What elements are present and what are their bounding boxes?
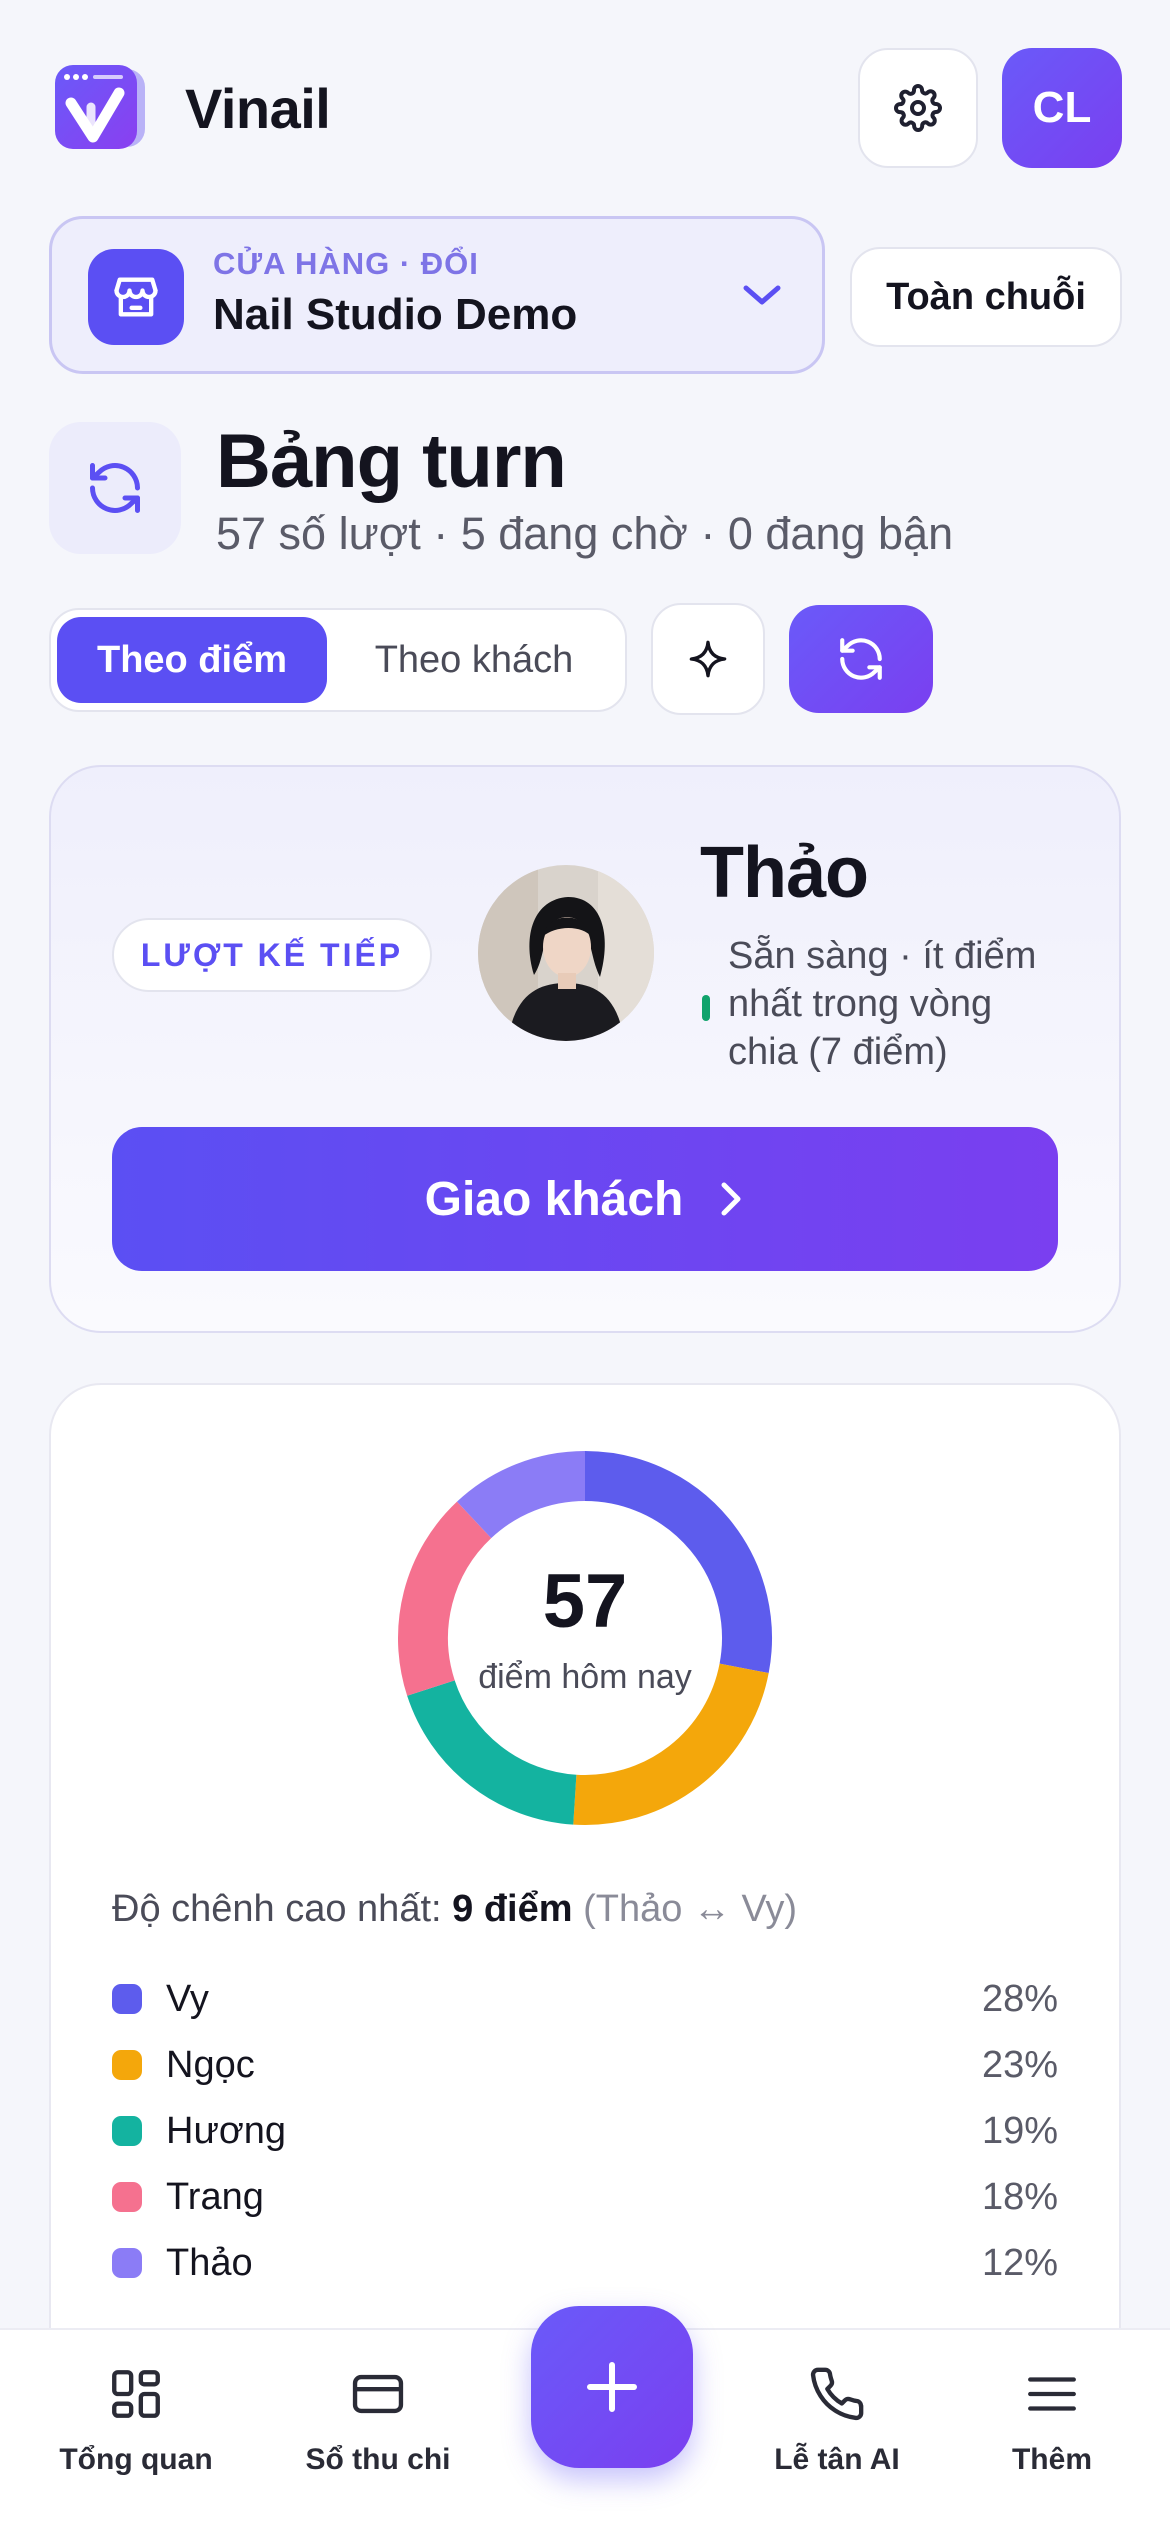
phone-icon	[810, 2367, 864, 2421]
legend-name: Trang	[166, 2175, 264, 2218]
chevron-right-icon	[721, 1182, 741, 1216]
legend-row: Ngọc 23%	[112, 2032, 1058, 2098]
legend-row: Vy 28%	[112, 1966, 1058, 2032]
legend-swatch	[112, 2248, 142, 2278]
legend-swatch	[112, 2182, 142, 2212]
legend-name: Vy	[166, 1977, 209, 2020]
chevron-down-icon[interactable]	[740, 280, 784, 310]
points-caption: điểm hôm nay	[478, 1658, 692, 1696]
max-gap-pair: (Thảo ↔ Vy)	[583, 1888, 798, 1930]
gear-icon	[894, 84, 942, 132]
points-legend: Vy 28% Ngọc 23% Hương 19% Trang 18% Thảo 12%	[112, 1966, 1058, 2296]
legend-swatch	[112, 2050, 142, 2080]
menu-icon	[1028, 2377, 1076, 2411]
donut-slice-thảo	[456, 1451, 586, 1539]
assign-button-label: Giao khách	[424, 1172, 684, 1226]
staff-avatar	[478, 865, 654, 1041]
nav-overview-label: Tổng quan	[59, 2443, 213, 2476]
add-button[interactable]	[531, 2306, 693, 2468]
app-title: Vinail	[185, 77, 331, 140]
app-logo	[53, 63, 149, 153]
max-gap-value: 9 điểm	[452, 1888, 573, 1930]
max-gap-line: Độ chênh cao nhất: 9 điểm (Thảo ↔ Vy)	[112, 1888, 797, 1931]
legend-percent: 23%	[981, 2043, 1058, 2086]
legend-row: Thảo 12%	[112, 2230, 1058, 2296]
store-icon	[88, 249, 184, 345]
nav-ledger[interactable]: Sổ thu chi	[268, 2365, 488, 2477]
nav-ledger-label: Sổ thu chi	[305, 2443, 451, 2476]
credit-card-icon	[352, 2374, 404, 2414]
legend-name: Ngọc	[166, 2043, 255, 2086]
legend-percent: 18%	[981, 2175, 1058, 2218]
ai-suggest-button[interactable]	[651, 603, 765, 715]
max-gap-prefix: Độ chênh cao nhất:	[112, 1888, 453, 1930]
donut-slice-hương	[407, 1679, 578, 1825]
settings-button[interactable]	[858, 48, 978, 168]
points-total: 57	[542, 1559, 628, 1644]
legend-percent: 19%	[981, 2109, 1058, 2152]
tab-by-customers[interactable]: Theo khách	[330, 617, 618, 703]
grid-icon	[112, 2370, 160, 2418]
legend-percent: 28%	[981, 1977, 1058, 2020]
plus-icon	[587, 2362, 637, 2412]
assign-customer-button[interactable]: Giao khách	[112, 1127, 1058, 1271]
next-turn-badge: LƯỢT KẾ TIẾP	[112, 918, 432, 992]
legend-row: Hương 19%	[112, 2098, 1058, 2164]
ready-status-indicator	[702, 995, 710, 1021]
refresh-button[interactable]	[789, 605, 933, 713]
tab-by-points[interactable]: Theo điểm	[57, 617, 327, 703]
legend-row: Trang 18%	[112, 2164, 1058, 2230]
staff-status: Sẵn sàng · ít điểm nhất trong vòng chia …	[728, 935, 1037, 1073]
legend-swatch	[112, 1984, 142, 2014]
store-kicker: CỬA HÀNG · ĐỔI	[213, 246, 479, 281]
nav-overview[interactable]: Tổng quan	[26, 2365, 246, 2477]
turn-board-icon	[49, 422, 181, 554]
legend-percent: 12%	[981, 2241, 1058, 2284]
legend-name: Hương	[166, 2109, 287, 2152]
nav-ai-reception[interactable]: Lễ tân AI	[727, 2365, 947, 2477]
legend-name: Thảo	[166, 2241, 253, 2284]
staff-name: Thảo	[700, 833, 869, 913]
page-subtitle: 57 số lượt · 5 đang chờ · 0 đang bận	[216, 508, 954, 559]
store-name: Nail Studio Demo	[213, 290, 578, 339]
nav-ai-reception-label: Lễ tân AI	[774, 2443, 900, 2476]
sparkle-icon	[689, 640, 727, 678]
nav-more-label: Thêm	[1011, 2443, 1092, 2476]
legend-swatch	[112, 2116, 142, 2146]
user-avatar-button[interactable]: CL	[1002, 48, 1122, 168]
refresh-icon	[840, 638, 882, 680]
page-title: Bảng turn	[216, 419, 567, 504]
whole-chain-button[interactable]: Toàn chuỗi	[850, 247, 1122, 347]
nav-more[interactable]: Thêm	[942, 2365, 1162, 2477]
